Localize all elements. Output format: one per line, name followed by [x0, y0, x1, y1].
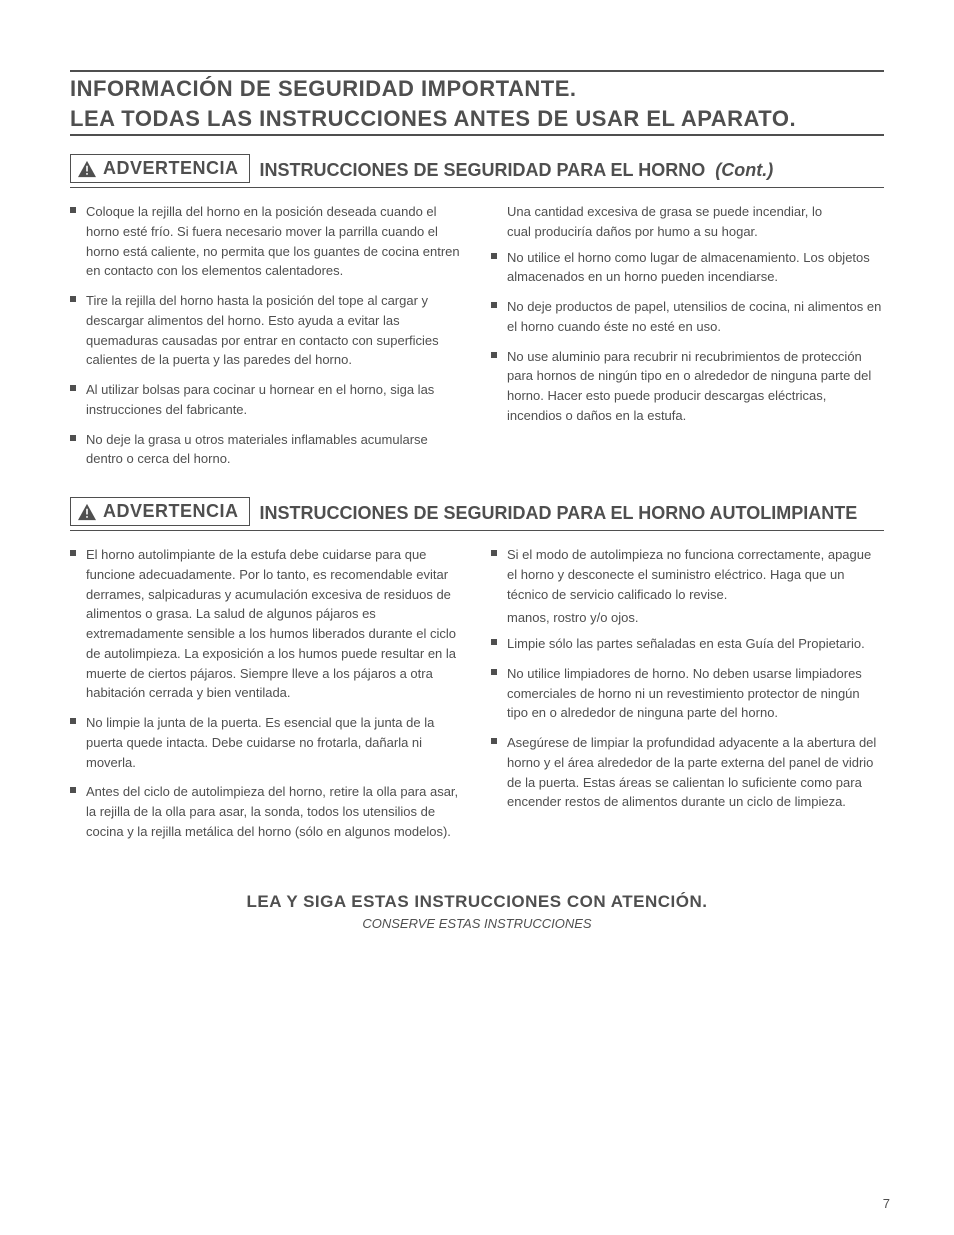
section2-right-col: Si el modo de autolimpieza no funciona c…: [491, 545, 884, 852]
top-rule: [70, 70, 884, 72]
section1-right-list: No utilice el horno como lugar de almace…: [491, 248, 884, 426]
list-item: Coloque la rejilla del horno en la posic…: [70, 202, 463, 281]
flow-line: Una cantidad excesiva de grasa se puede …: [507, 204, 822, 219]
section2-left-list: El horno autolimpiante de la estufa debe…: [70, 545, 463, 842]
list-item: No deje productos de papel, utensilios d…: [491, 297, 884, 337]
title-underline: [70, 134, 884, 136]
warning-badge-2: ADVERTENCIA: [70, 497, 250, 526]
flow-line: manos, rostro y/o ojos.: [507, 610, 639, 625]
section1-underline: [70, 187, 884, 188]
section2-heading-row: ADVERTENCIA INSTRUCCIONES DE SEGURIDAD P…: [70, 497, 884, 526]
footer-sub: CONSERVE ESTAS INSTRUCCIONES: [70, 916, 884, 931]
page-main-title: INFORMACIÓN DE SEGURIDAD IMPORTANTE.: [70, 76, 884, 102]
section1-right-flow: Una cantidad excesiva de grasa se puede …: [491, 202, 884, 242]
section1-left-list: Coloque la rejilla del horno en la posic…: [70, 202, 463, 469]
list-item: No utilice el horno como lugar de almace…: [491, 248, 884, 288]
list-item: No limpie la junta de la puerta. Es esen…: [70, 713, 463, 772]
page-subtitle: LEA TODAS LAS INSTRUCCIONES ANTES DE USA…: [70, 106, 884, 132]
list-item: Tire la rejilla del horno hasta la posic…: [70, 291, 463, 370]
list-item: El horno autolimpiante de la estufa debe…: [70, 545, 463, 703]
section2-right-list: Si el modo de autolimpieza no funciona c…: [491, 545, 884, 604]
section1-left-col: Coloque la rejilla del horno en la posic…: [70, 202, 463, 479]
list-item: No use aluminio para recubrir ni recubri…: [491, 347, 884, 426]
list-item: Al utilizar bolsas para cocinar u hornea…: [70, 380, 463, 420]
page-number: 7: [883, 1196, 890, 1211]
list-item: Si el modo de autolimpieza no funciona c…: [491, 545, 884, 604]
section1-columns: Coloque la rejilla del horno en la posic…: [70, 202, 884, 479]
warning-label-2: ADVERTENCIA: [103, 501, 239, 522]
warning-triangle-icon: [77, 160, 97, 178]
section2-underline: [70, 530, 884, 531]
section2-right-list-2: Limpie sólo las partes señaladas en esta…: [491, 634, 884, 812]
section2-heading-a: INSTRUCCIONES DE SEGURIDAD PARA EL HORNO…: [260, 503, 858, 526]
section2-left-col: El horno autolimpiante de la estufa debe…: [70, 545, 463, 852]
list-item: Asegúrese de limpiar la profundidad adya…: [491, 733, 884, 812]
list-item: No deje la grasa u otros materiales infl…: [70, 430, 463, 470]
warning-label-1: ADVERTENCIA: [103, 158, 239, 179]
section1-right-col: Una cantidad excesiva de grasa se puede …: [491, 202, 884, 479]
section1-heading-b: (Cont.): [715, 160, 773, 183]
section2-columns: El horno autolimpiante de la estufa debe…: [70, 545, 884, 852]
flow-line: cual produciría daños por humo a su hoga…: [507, 224, 758, 239]
footer-main: LEA Y SIGA ESTAS INSTRUCCIONES CON ATENC…: [70, 892, 884, 912]
section1-heading-a: INSTRUCCIONES DE SEGURIDAD PARA EL HORNO: [260, 160, 706, 183]
list-item: No utilice limpiadores de horno. No debe…: [491, 664, 884, 723]
section2-right-flow: manos, rostro y/o ojos.: [491, 608, 884, 628]
warning-badge-1: ADVERTENCIA: [70, 154, 250, 183]
section1-heading-row: ADVERTENCIA INSTRUCCIONES DE SEGURIDAD P…: [70, 154, 884, 183]
list-item: Antes del ciclo de autolimpieza del horn…: [70, 782, 463, 841]
warning-triangle-icon: [77, 503, 97, 521]
list-item: Limpie sólo las partes señaladas en esta…: [491, 634, 884, 654]
